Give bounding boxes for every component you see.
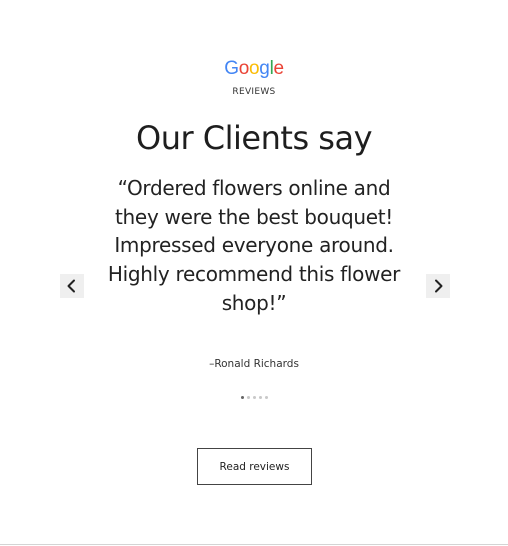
carousel-dot[interactable] <box>252 396 256 399</box>
divider <box>0 544 508 545</box>
carousel-dot[interactable] <box>264 396 268 399</box>
chevron-right-icon <box>435 279 443 293</box>
carousel-dot[interactable] <box>246 396 250 399</box>
carousel-next-button[interactable] <box>426 274 450 298</box>
carousel-dot[interactable] <box>258 396 262 399</box>
logo-letter: o <box>238 58 250 79</box>
carousel-prev-button[interactable] <box>60 274 84 298</box>
google-logo: Google <box>0 56 508 82</box>
logo-letter: o <box>249 58 260 79</box>
carousel-dot[interactable] <box>240 396 244 399</box>
review-author: –Ronald Richards <box>209 358 299 370</box>
read-reviews-button[interactable]: Read reviews <box>197 448 312 485</box>
logo-letter: e <box>273 58 284 79</box>
logo-letter: g <box>259 58 270 79</box>
chevron-left-icon <box>67 279 75 293</box>
reviews-label: REVIEWS <box>232 87 276 97</box>
carousel-pagination <box>0 396 508 399</box>
review-quote: “Ordered flowers online and they were th… <box>107 176 401 315</box>
section-title: Our Clients say <box>136 119 373 157</box>
logo-letter: G <box>224 58 239 79</box>
